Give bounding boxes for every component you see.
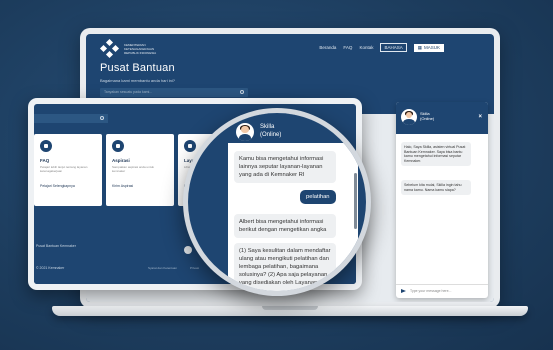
page-title: Pusat Bantuan (100, 62, 175, 74)
chat-bot-name: Skilla (Online) (420, 111, 434, 121)
grid-icon: ▦ (417, 44, 422, 50)
login-label: MASUK (423, 45, 440, 50)
language-button[interactable]: BAHASA (380, 43, 407, 52)
footer-brand: Pusat Bantuan Kemnaker (36, 244, 76, 248)
nav-faq[interactable]: FAQ (343, 45, 352, 50)
magnifier-lens: Skilla (Online) × Kamu bisa mengetahui i… (188, 113, 366, 291)
avatar (236, 123, 254, 141)
card-desc: Pelajari lebih lanjut tentang layanan ke… (40, 165, 88, 173)
card-link[interactable]: Kirim Aspirasi (112, 184, 133, 188)
footer-privacy-link[interactable]: Privasi (190, 266, 199, 270)
chat-greeting: Halo, Saya Skilla, asisten virtual Pusat… (401, 142, 471, 167)
bot-message: (1) Saya kesulitan dalam mendaftar ulang… (234, 243, 336, 291)
bot-message: Albert bisa mengetahui informasi berikut… (234, 214, 336, 238)
bot-status: (Online) (260, 132, 282, 138)
top-nav: Beranda FAQ Kontak BAHASA ▦ MASUK (319, 43, 444, 52)
card-link[interactable]: Pelajari Selengkapnya (40, 184, 75, 188)
close-icon[interactable]: × (478, 114, 482, 120)
search-placeholder: Tanyakan sesuatu pada kami... (104, 90, 153, 94)
card-title: Aspirasi (112, 158, 130, 163)
login-button[interactable]: ▦ MASUK (413, 43, 444, 52)
magnified-bot-name: Skilla (Online) (260, 123, 281, 139)
tablet-search-input[interactable] (34, 114, 108, 123)
footer-copyright: © 2021 Kemnaker (36, 266, 65, 270)
search-icon[interactable] (240, 90, 244, 94)
instagram-icon[interactable] (184, 246, 192, 254)
footer-terms-link[interactable]: Syarat dan Ketentuan (148, 266, 177, 270)
nav-kontak[interactable]: Kontak (359, 45, 373, 50)
search-input[interactable]: Tanyakan sesuatu pada kami... (100, 88, 248, 97)
send-icon[interactable] (401, 289, 406, 293)
service-icon (184, 140, 196, 152)
nav-beranda[interactable]: Beranda (319, 45, 336, 50)
scrollbar[interactable] (354, 173, 357, 229)
logo-mark-icon (99, 38, 120, 59)
page-subtitle: Bagaimana kami membantu anda hari ini? (100, 78, 175, 83)
chat-input[interactable]: Type your message here... (396, 284, 488, 298)
chat-input-placeholder: Type your message here... (410, 289, 452, 293)
search-icon[interactable] (100, 116, 104, 120)
card-title: FAQ (40, 158, 50, 163)
card-aspirasi[interactable]: Aspirasi Sampaikan aspirasi anda untuk k… (106, 134, 174, 206)
bot-status: (Online) (420, 116, 435, 121)
card-faq[interactable]: FAQ Pelajari lebih lanjut tentang layana… (34, 134, 102, 206)
kemnaker-logo[interactable]: KEMENTERIAN KETENAGAKERJAAN REPUBLIK IND… (99, 38, 164, 59)
user-message: pelatihan (300, 190, 336, 204)
chat-header: Skilla (Online) × (396, 102, 488, 134)
chat-prompt: Sebelum kita mulai, Skilla ingin tahu na… (401, 180, 471, 196)
card-desc: Sampaikan aspirasi anda untuk kemnaker (112, 165, 154, 173)
logo-text: KEMENTERIAN KETENAGAKERJAAN REPUBLIK IND… (124, 43, 157, 55)
bot-name: Skilla (260, 124, 275, 130)
laptop-notch (262, 306, 318, 310)
bot-message: Kamu bisa mengetahui informasi lainnya s… (234, 151, 336, 183)
message-icon (112, 140, 124, 152)
close-icon[interactable]: × (344, 125, 349, 134)
faq-icon (40, 140, 52, 152)
avatar (401, 109, 417, 125)
chat-widget: Skilla (Online) × Halo, Saya Skilla, asi… (396, 102, 488, 298)
